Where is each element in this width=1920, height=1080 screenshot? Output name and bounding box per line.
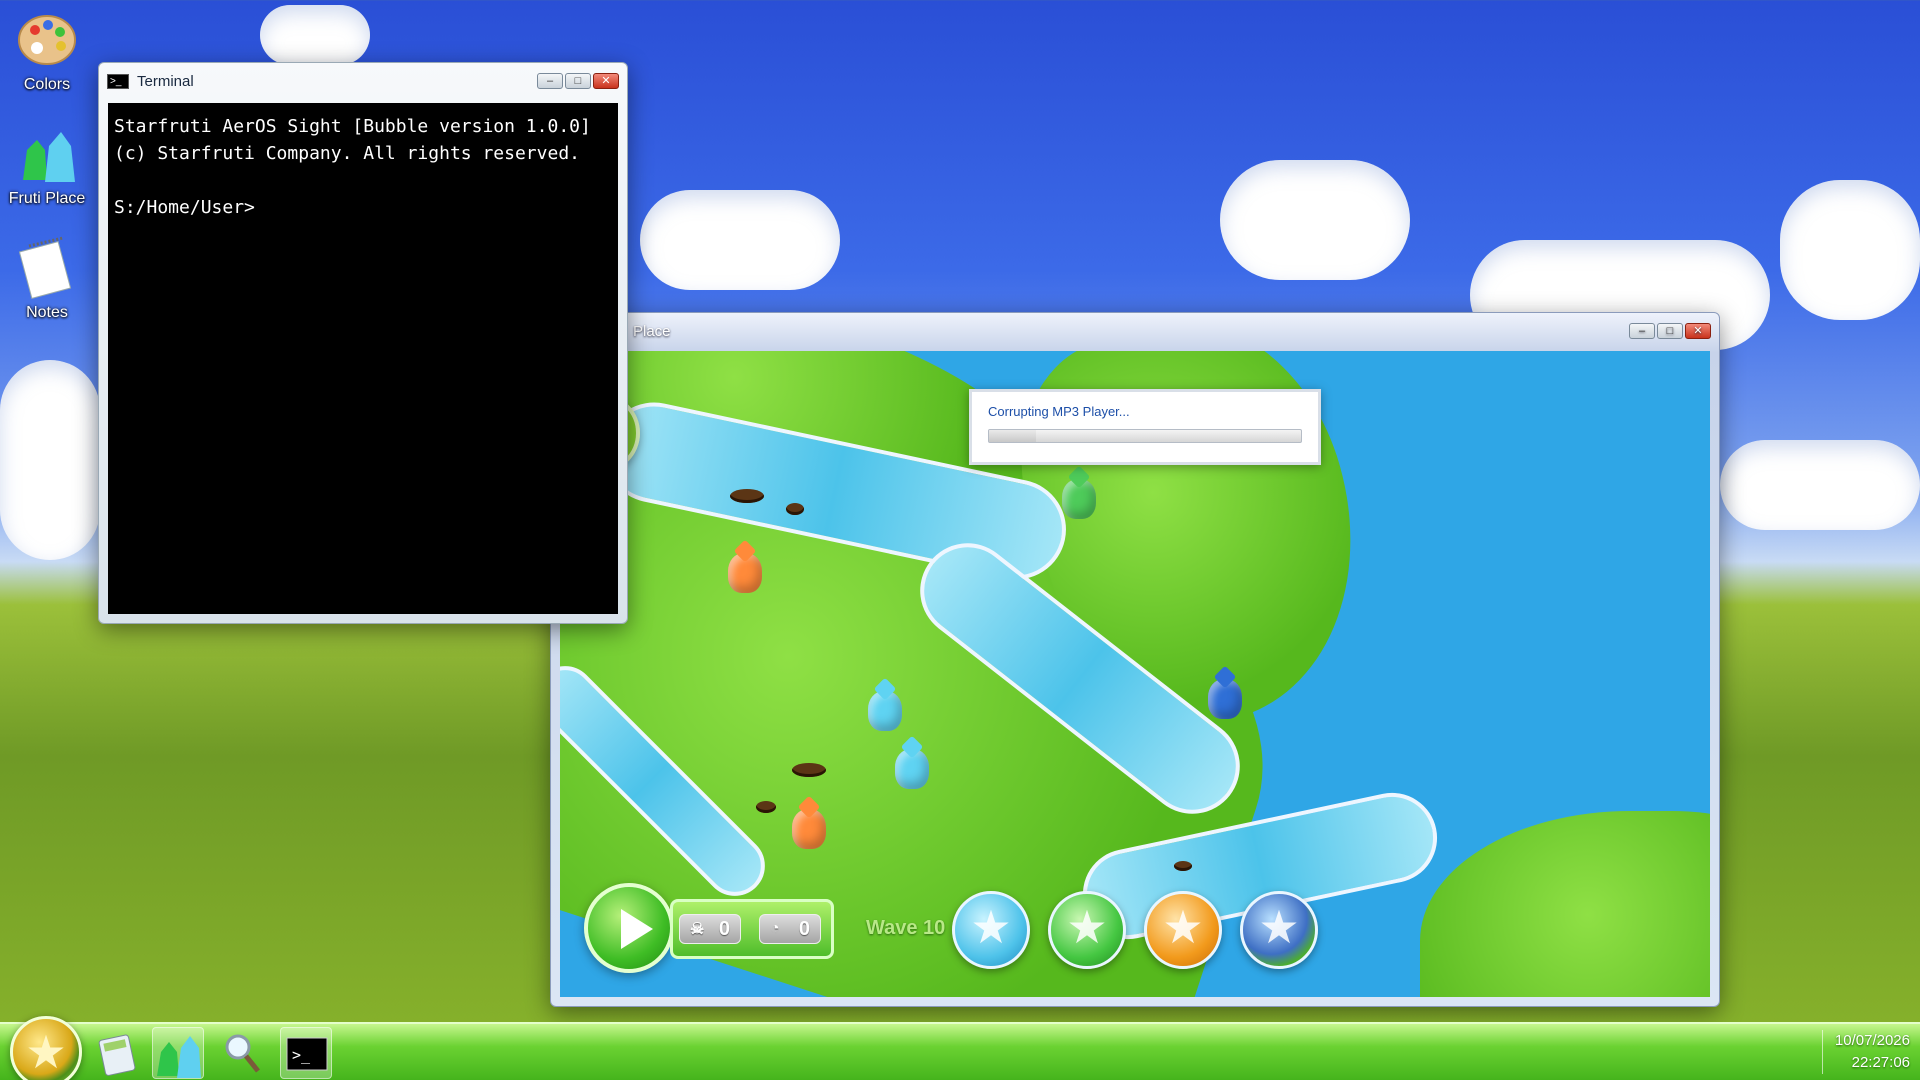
enemy-critter — [730, 489, 764, 503]
green-fruit-tower[interactable] — [1062, 479, 1096, 519]
taskbar-terminal[interactable]: >_ — [280, 1027, 332, 1079]
skull-icon: ☠ — [690, 921, 705, 938]
enemy-critter — [1174, 861, 1192, 871]
fruti-titlebar[interactable]: Place – □ ✕ — [551, 313, 1719, 349]
desktop-icon-notes[interactable]: Notes — [4, 236, 90, 322]
palette-icon — [15, 8, 79, 72]
start-button[interactable]: ★ — [10, 1016, 82, 1080]
stats-panel: ☠ 0 ◔ 0 — [670, 899, 834, 959]
maximize-button[interactable]: □ — [1657, 323, 1683, 339]
terminal-output[interactable]: Starfruti AerOS Sight [Bubble version 1.… — [108, 103, 618, 614]
notepad-icon — [15, 236, 79, 300]
grass-area — [1420, 811, 1710, 997]
dialog-message: Corrupting MP3 Player... — [988, 404, 1130, 419]
desktop-icon-colors[interactable]: Colors — [4, 8, 90, 94]
wave-label: Wave 10 — [866, 917, 946, 939]
terminal-icon: >_ — [107, 73, 129, 89]
play-button[interactable] — [584, 883, 674, 973]
blue-fruit-tower[interactable] — [868, 691, 902, 731]
desktop-icon-label: Colors — [23, 76, 71, 93]
orange-star-tower-button[interactable] — [1144, 891, 1222, 969]
terminal-line: Starfruti AerOS Sight [Bubble version 1.… — [114, 116, 591, 137]
coins-counter: ◔ 0 — [759, 914, 821, 944]
coin-icon: ◔ — [770, 920, 780, 937]
taskbar-calculator[interactable] — [92, 1027, 144, 1079]
kills-value: 0 — [718, 917, 730, 940]
terminal-line: (c) Starfruti Company. All rights reserv… — [114, 143, 580, 164]
coins-value: 0 — [798, 917, 810, 940]
dark-blue-fruit-tower[interactable] — [1208, 679, 1242, 719]
terminal-icon: >_ — [286, 1037, 328, 1071]
progress-fill — [989, 430, 1036, 442]
desktop-icon-fruti-place[interactable]: Fruti Place — [4, 122, 90, 208]
blue-fruit-tower[interactable] — [895, 749, 929, 789]
taskbar-search[interactable] — [216, 1027, 268, 1079]
enemy-critter — [792, 763, 826, 777]
taskbar: ★ >_ 10/07/2026 22:27:06 — [0, 1016, 1920, 1080]
clock-time: 22:27:06 — [1851, 1054, 1910, 1071]
fruti-place-icon — [157, 1036, 201, 1078]
window-title: Place — [633, 322, 671, 340]
close-button[interactable]: ✕ — [1685, 323, 1711, 339]
maximize-button[interactable]: □ — [565, 73, 591, 89]
enemy-critter — [786, 503, 804, 515]
system-clock[interactable]: 10/07/2026 22:27:06 — [1821, 1030, 1910, 1074]
star-icon: ★ — [25, 1026, 67, 1078]
terminal-window: >_ Terminal – □ ✕ Starfruti AerOS Sight … — [98, 62, 628, 624]
desktop-icon-label: Fruti Place — [8, 190, 86, 207]
minimize-button[interactable]: – — [537, 73, 563, 89]
progress-bar — [988, 429, 1302, 443]
terminal-titlebar[interactable]: >_ Terminal – □ ✕ — [99, 63, 627, 99]
enemy-critter — [756, 801, 776, 813]
window-title: Terminal — [137, 72, 194, 90]
desktop-icon-label: Notes — [26, 304, 68, 321]
orange-fruit-tower[interactable] — [792, 809, 826, 849]
blue-star-tower-button[interactable] — [952, 891, 1030, 969]
game-canvas[interactable]: ☠ 0 ◔ 0 Wave 10 Corrupting MP3 Player... — [560, 351, 1710, 997]
progress-dialog: Corrupting MP3 Player... — [969, 389, 1321, 465]
taskbar-fruti-place[interactable] — [152, 1027, 204, 1079]
earth-star-tower-button[interactable] — [1240, 891, 1318, 969]
close-button[interactable]: ✕ — [593, 73, 619, 89]
kills-counter: ☠ 0 — [679, 914, 741, 944]
search-icon — [225, 1034, 260, 1073]
calculator-icon — [98, 1034, 136, 1076]
svg-text:>_: >_ — [292, 1046, 311, 1064]
orange-fruit-tower[interactable] — [728, 553, 762, 593]
fruti-place-icon — [15, 122, 79, 186]
terminal-prompt: S:/Home/User> — [114, 197, 255, 218]
green-star-tower-button[interactable] — [1048, 891, 1126, 969]
clock-date: 10/07/2026 — [1834, 1032, 1910, 1049]
minimize-button[interactable]: – — [1629, 323, 1655, 339]
fruti-place-window: Place – □ ✕ ☠ 0 ◔ 0 Wave 10 ★ ★ ★ ★ Corr… — [550, 312, 1720, 1007]
